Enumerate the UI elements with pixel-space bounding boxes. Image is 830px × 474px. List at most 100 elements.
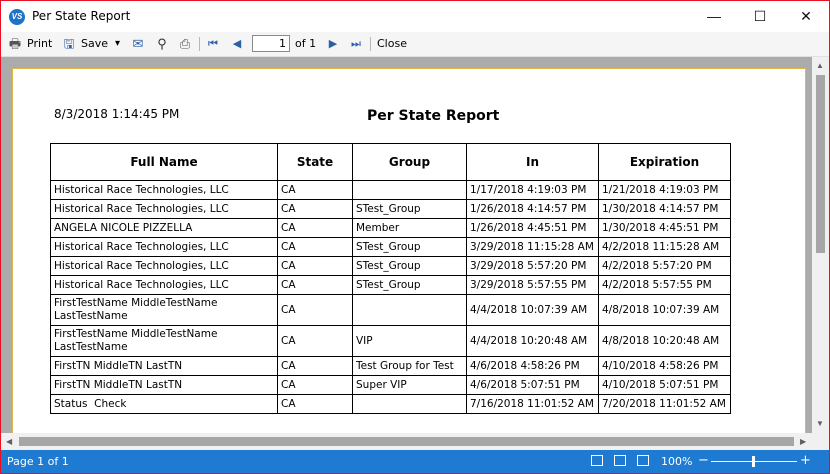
cell-group: STest_Group <box>352 237 467 257</box>
minimize-button[interactable]: — <box>691 1 737 32</box>
cell-full-name: Historical Race Technologies, LLC <box>50 256 278 276</box>
cell-expiration: 4/8/2018 10:07:39 AM <box>598 294 731 326</box>
cell-in: 3/29/2018 11:15:28 AM <box>466 237 599 257</box>
cell-group: STest_Group <box>352 256 467 276</box>
horizontal-scroll-thumb[interactable] <box>19 437 794 446</box>
app-logo-icon: VS <box>9 9 25 25</box>
report-table: Full Name State Group In Expiration Hist… <box>50 143 731 414</box>
cell-full-name: Historical Race Technologies, LLC <box>50 199 278 219</box>
vertical-scrollbar[interactable]: ▲ ▼ <box>812 57 829 433</box>
column-header-expiration: Expiration <box>598 143 731 181</box>
table-row: Status Check CA 7/16/2018 11:01:52 AM 7/… <box>50 394 731 414</box>
cell-group <box>352 294 467 326</box>
maximize-button[interactable]: ☐ <box>737 1 783 32</box>
window-title: Per State Report <box>32 9 131 23</box>
find-binoculars-icon[interactable]: ⚲ <box>154 36 170 52</box>
first-page-icon[interactable]: ⏮ <box>205 36 221 52</box>
column-header-full-name: Full Name <box>50 143 278 181</box>
next-page-icon[interactable]: ▶ <box>325 36 341 52</box>
save-button[interactable]: Save <box>81 35 108 53</box>
cell-full-name: FirstTN MiddleTN LastTN <box>50 375 278 395</box>
printer-icon[interactable]: 🖶 <box>7 36 23 52</box>
scroll-left-arrow-icon[interactable]: ◀ <box>6 437 12 447</box>
cell-group: Test Group for Test <box>352 356 467 376</box>
cell-in: 4/4/2018 10:07:39 AM <box>466 294 599 326</box>
save-dropdown-arrow-icon[interactable]: ▾ <box>115 35 120 53</box>
cell-group: Super VIP <box>352 375 467 395</box>
cell-state: CA <box>277 394 353 414</box>
report-toolbar: 🖶 Print 🖫 Save ▾ ✉ ⚲ ⎙ ⏮ ◀ of 1 ▶ ⏭ Clos… <box>1 32 829 57</box>
cell-full-name: FirstTestName MiddleTestName LastTestNam… <box>50 325 278 357</box>
previous-page-icon[interactable]: ◀ <box>229 36 245 52</box>
cell-group <box>352 180 467 200</box>
table-row: Historical Race Technologies, LLC CA STe… <box>50 275 731 295</box>
cell-state: CA <box>277 218 353 238</box>
table-row: Historical Race Technologies, LLC CA STe… <box>50 199 731 219</box>
cell-group: STest_Group <box>352 275 467 295</box>
cell-in: 1/26/2018 4:45:51 PM <box>466 218 599 238</box>
multi-page-icon[interactable] <box>637 455 649 466</box>
zoom-slider-thumb[interactable] <box>752 456 755 467</box>
cell-state: CA <box>277 237 353 257</box>
email-icon[interactable]: ✉ <box>130 36 146 52</box>
cell-state: CA <box>277 180 353 200</box>
cell-in: 7/16/2018 11:01:52 AM <box>466 394 599 414</box>
save-icon[interactable]: 🖫 <box>61 36 77 52</box>
toolbar-divider <box>199 37 200 51</box>
zoom-level: 100% <box>661 455 693 468</box>
table-header-row: Full Name State Group In Expiration <box>50 143 731 181</box>
cell-expiration: 1/21/2018 4:19:03 PM <box>598 180 731 200</box>
cell-expiration: 4/2/2018 5:57:55 PM <box>598 275 731 295</box>
cell-expiration: 4/10/2018 4:58:26 PM <box>598 356 731 376</box>
cell-full-name: Status Check <box>50 394 278 414</box>
cell-in: 4/6/2018 5:07:51 PM <box>466 375 599 395</box>
print-button[interactable]: Print <box>27 35 52 53</box>
cell-in: 4/6/2018 4:58:26 PM <box>466 356 599 376</box>
vertical-scroll-thumb[interactable] <box>816 75 825 253</box>
cell-group <box>352 394 467 414</box>
page-number-input[interactable]: 1 <box>252 35 290 52</box>
table-row: FirstTestName MiddleTestName LastTestNam… <box>50 294 731 326</box>
cell-in: 1/17/2018 4:19:03 PM <box>466 180 599 200</box>
table-row: Historical Race Technologies, LLC CA 1/1… <box>50 180 731 200</box>
cell-state: CA <box>277 256 353 276</box>
cell-state: CA <box>277 325 353 357</box>
table-row: Historical Race Technologies, LLC CA STe… <box>50 237 731 257</box>
zoom-out-button[interactable]: − <box>698 453 709 468</box>
scroll-up-arrow-icon[interactable]: ▲ <box>816 61 824 71</box>
cell-expiration: 1/30/2018 4:45:51 PM <box>598 218 731 238</box>
table-row: ANGELA NICOLE PIZZELLA CA Member 1/26/20… <box>50 218 731 238</box>
cell-group: VIP <box>352 325 467 357</box>
cell-full-name: Historical Race Technologies, LLC <box>50 180 278 200</box>
view-mode-icon[interactable] <box>591 455 603 466</box>
scroll-down-arrow-icon[interactable]: ▼ <box>816 419 824 429</box>
report-window: VS Per State Report — ☐ ✕ 🖶 Print 🖫 Save… <box>0 0 830 474</box>
column-header-in: In <box>466 143 599 181</box>
cell-in: 3/29/2018 5:57:55 PM <box>466 275 599 295</box>
table-row: Historical Race Technologies, LLC CA STe… <box>50 256 731 276</box>
cell-expiration: 4/2/2018 5:57:20 PM <box>598 256 731 276</box>
column-header-group: Group <box>352 143 467 181</box>
close-report-button[interactable]: Close <box>377 35 407 53</box>
cell-in: 1/26/2018 4:14:57 PM <box>466 199 599 219</box>
cell-state: CA <box>277 356 353 376</box>
cell-expiration: 7/20/2018 11:01:52 AM <box>598 394 731 414</box>
zoom-in-button[interactable]: + <box>800 453 811 468</box>
cell-group: STest_Group <box>352 199 467 219</box>
cell-expiration: 4/2/2018 11:15:28 AM <box>598 237 731 257</box>
cell-expiration: 4/10/2018 5:07:51 PM <box>598 375 731 395</box>
cell-state: CA <box>277 275 353 295</box>
cell-state: CA <box>277 199 353 219</box>
cell-in: 4/4/2018 10:20:48 AM <box>466 325 599 357</box>
scroll-right-arrow-icon[interactable]: ▶ <box>800 437 806 447</box>
single-page-icon[interactable] <box>614 455 626 466</box>
horizontal-scrollbar[interactable]: ◀ ▶ <box>1 433 812 450</box>
cell-full-name: FirstTestName MiddleTestName LastTestNam… <box>50 294 278 326</box>
close-window-button[interactable]: ✕ <box>783 1 829 32</box>
cell-state: CA <box>277 294 353 326</box>
status-bar: Page 1 of 1 100% − + <box>1 450 829 473</box>
last-page-icon[interactable]: ⏭ <box>348 36 364 52</box>
report-title: Per State Report <box>367 108 500 124</box>
page-status: Page 1 of 1 <box>7 455 69 468</box>
export-icon[interactable]: ⎙ <box>177 36 193 52</box>
